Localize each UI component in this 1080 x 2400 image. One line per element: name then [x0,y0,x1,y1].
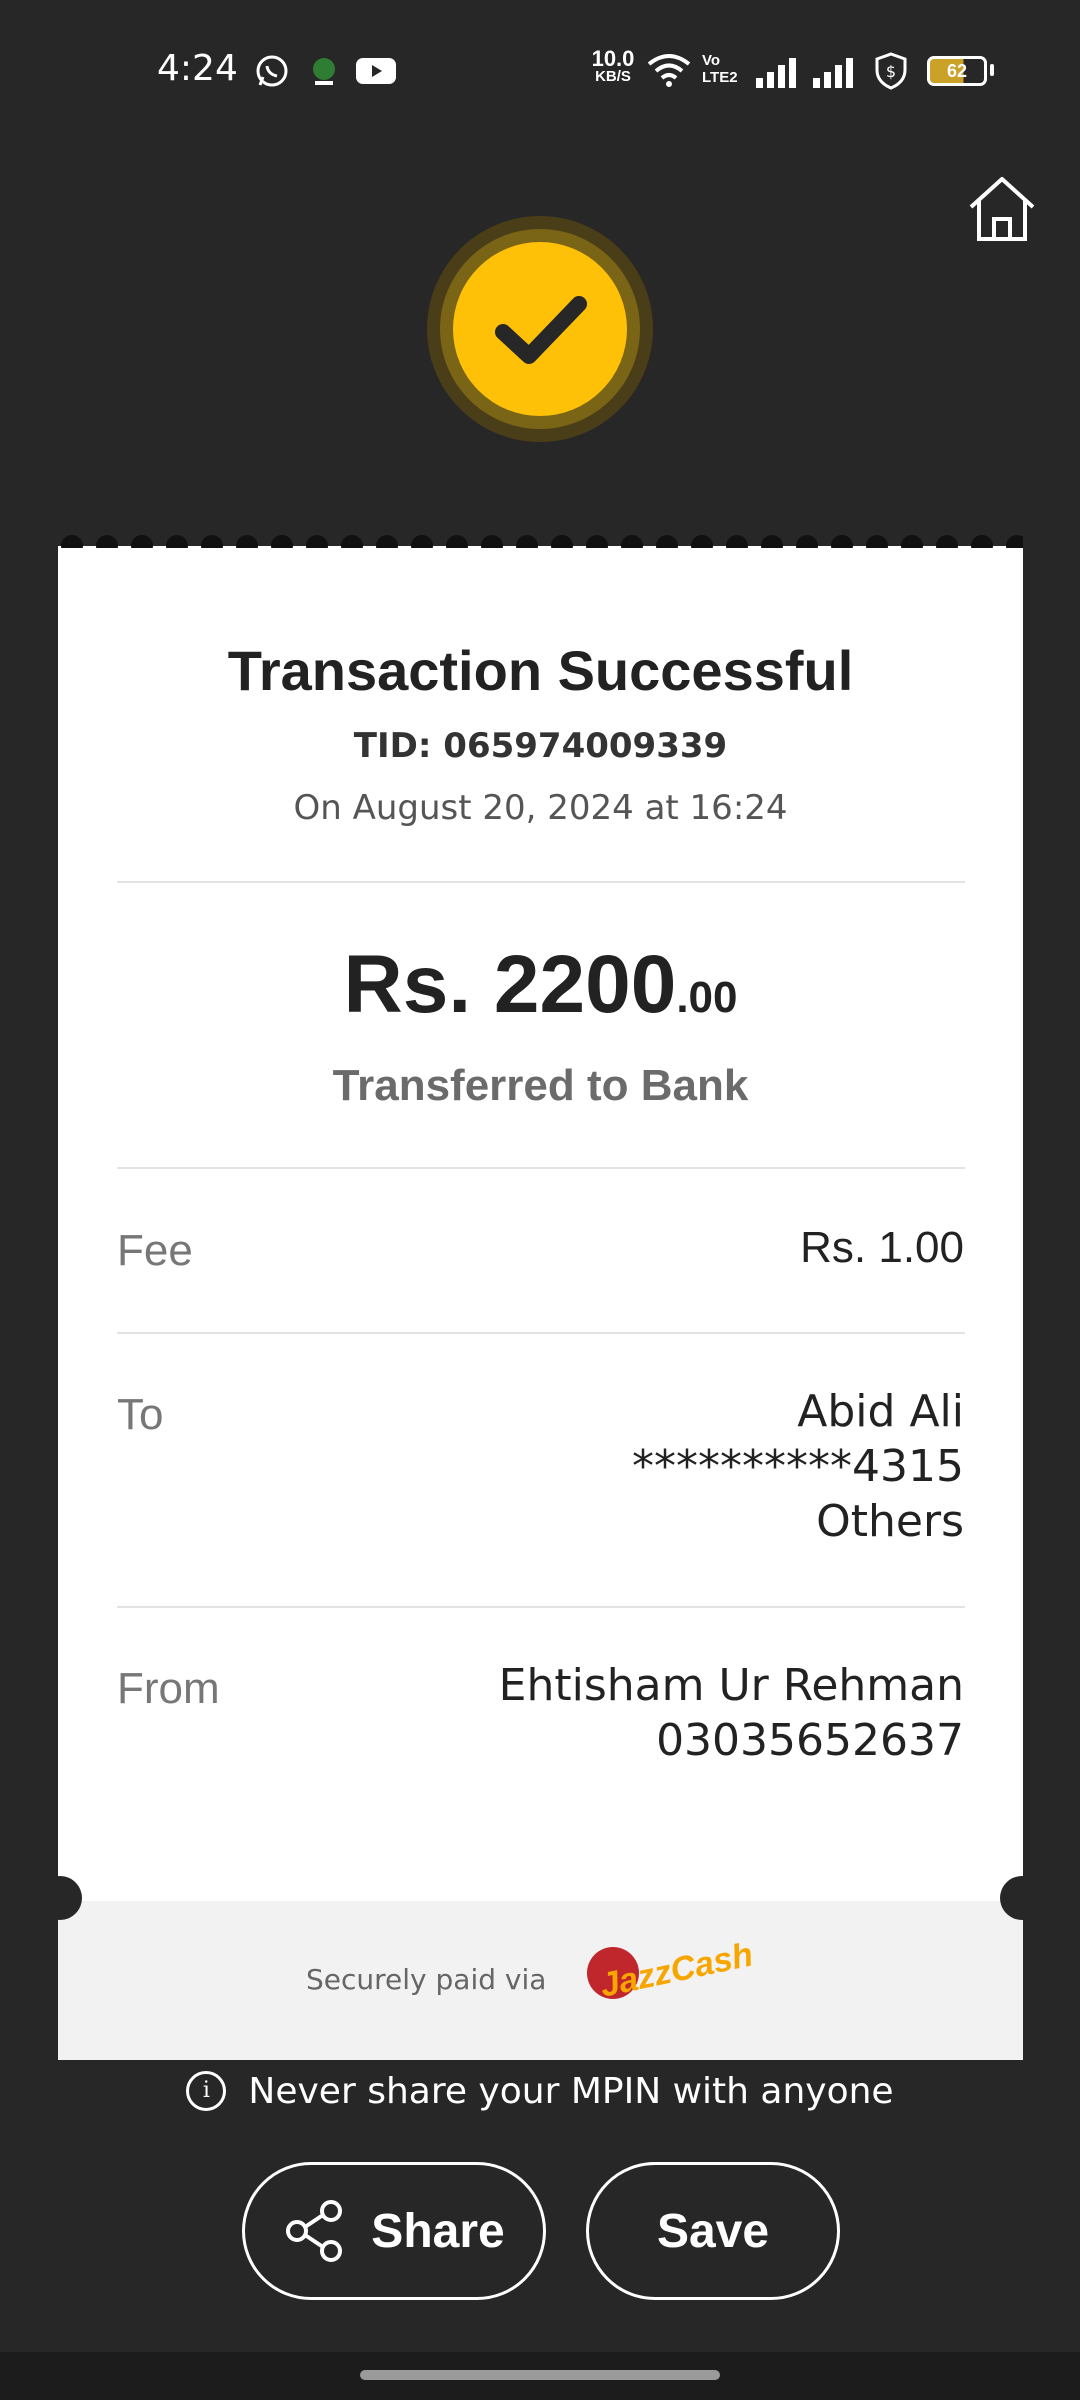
receipt-card: Transaction Successful TID: 065974009339… [58,548,1023,2060]
transaction-amount: Rs. 2200.00 [58,938,1023,1032]
secure-payment-text: Securely paid via [306,1963,547,1996]
transaction-type: Transferred to Bank [332,1061,749,1110]
to-value: Abid Ali **********4315 Others [632,1384,964,1549]
app-notification-icon [313,58,335,85]
status-time: 4:24 [157,48,238,89]
from-label: From [117,1664,220,1713]
jazzcash-logo: JazzCash [587,1937,756,2005]
recipient-name: Abid Ali [797,1386,964,1437]
status-bar: 4:24 10.0 KB/S Vo LTE2 $ 62 [0,0,1080,140]
divider [117,1606,965,1608]
amount-decimal: .00 [676,973,738,1022]
whatsapp-icon [256,55,288,87]
network-speed: 10.0 KB/S [588,46,638,86]
success-badge-core [453,242,627,416]
signal-icon [756,58,796,88]
network-speed-unit: KB/S [595,68,631,85]
info-icon: i [186,2071,227,2112]
wifi-icon [647,54,691,87]
checkmark-icon [495,296,587,364]
success-badge [427,216,653,442]
divider [117,1167,965,1169]
receipt-footer: Securely paid via JazzCash [58,1901,1023,2060]
signal-icon [813,58,853,88]
svg-text:$: $ [886,62,896,81]
share-icon [286,2200,343,2262]
transaction-title: Transaction Successful [227,639,854,702]
security-icon: $ [875,52,907,90]
recipient-bank: Others [816,1496,964,1547]
security-notice-text: Never share your MPIN with anyone [248,2070,894,2112]
sender-name: Ehtisham Ur Rehman [498,1660,964,1711]
network-speed-value: 10.0 [591,46,635,71]
share-button-label: Share [371,2204,505,2258]
from-value: Ehtisham Ur Rehman 03035652637 [499,1658,964,1768]
fee-value: Rs. 1.00 [800,1220,964,1275]
recipient-account: **********4315 [632,1441,964,1492]
gesture-handle[interactable] [360,2370,720,2380]
receipt-notch-right [1000,1876,1044,1920]
fee-label: Fee [117,1226,193,1275]
save-button-label: Save [656,2204,770,2258]
battery-icon: 62 [927,56,987,86]
fee-amount: Rs. 1.00 [800,1223,964,1272]
security-notice: i Never share your MPIN with anyone [0,2068,1080,2112]
volte-indicator: Vo LTE2 [702,52,738,86]
battery-level: 62 [946,61,968,81]
svg-text:JazzCash: JazzCash [597,1937,756,2005]
divider [117,1332,965,1334]
divider [117,881,965,883]
battery-tip [990,64,994,76]
share-button[interactable]: Share [242,2162,546,2300]
amount-main: Rs. 2200 [343,939,677,1030]
to-label: To [117,1390,164,1439]
save-button[interactable]: Save [586,2162,840,2300]
sender-account: 03035652637 [656,1715,964,1766]
home-icon[interactable] [965,175,1039,245]
transaction-id: TID: 065974009339 [353,726,728,766]
receipt-notch-left [38,1876,82,1920]
transaction-date: On August 20, 2024 at 16:24 [293,788,788,828]
youtube-icon [356,58,396,84]
